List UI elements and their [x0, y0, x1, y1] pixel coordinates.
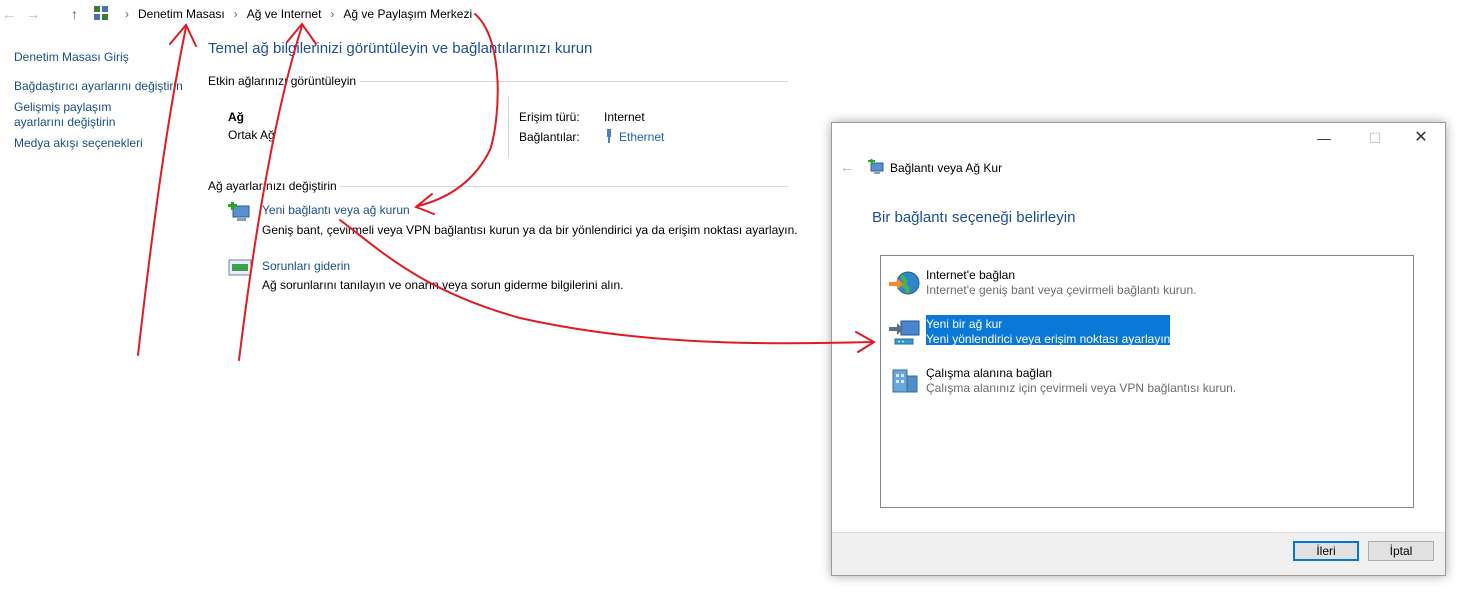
address-bar: ← → ↑ › Denetim Masası › Ağ ve Internet › Ağ … — [0, 0, 1472, 28]
option-description: Yeni yönlendirici veya erişim noktası ay… — [926, 332, 1174, 346]
divider — [508, 96, 509, 158]
ethernet-icon — [607, 129, 611, 143]
back-arrow-icon[interactable]: ← — [2, 6, 16, 22]
dialog-footer: İleri İptal — [832, 532, 1445, 575]
next-button[interactable]: İleri — [1293, 541, 1359, 561]
connection-option-list: Internet'e bağlan Internet'e geniş bant … — [880, 255, 1414, 508]
troubleshoot-icon — [228, 259, 252, 276]
left-pane: Denetim Masası Giriş Bağdaştırıcı ayarla… — [14, 50, 184, 151]
access-type-value: Internet — [604, 110, 645, 124]
change-settings-header: Ağ ayarlarınızı değiştirin — [208, 179, 337, 193]
breadcrumb-item[interactable]: Denetim Masası — [138, 7, 225, 21]
forward-arrow-icon[interactable]: → — [26, 6, 40, 22]
left-link-adapter-settings[interactable]: Bağdaştırıcı ayarlarını değiştirin — [14, 79, 184, 94]
chevron-right-icon: › — [233, 7, 238, 21]
network-name: Ağ — [228, 110, 244, 124]
up-arrow-icon[interactable]: ↑ — [71, 6, 78, 22]
left-link-home[interactable]: Denetim Masası Giriş — [14, 50, 184, 65]
cancel-button[interactable]: İptal — [1368, 541, 1434, 561]
option-description: Internet'e geniş bant veya çevirmeli bağ… — [926, 283, 1197, 297]
breadcrumb: › Denetim Masası › Ağ ve Internet › Ağ ve Pay… — [116, 7, 472, 21]
breadcrumb-item[interactable]: Ağ ve Paylaşım Merkezi — [343, 7, 472, 21]
globe-icon — [889, 271, 920, 295]
maximize-icon[interactable]: ☐ — [1355, 127, 1395, 151]
breadcrumb-item[interactable]: Ağ ve Internet — [247, 7, 322, 21]
chevron-right-icon: › — [125, 7, 129, 21]
connections-row: Bağlantılar: Ethernet — [519, 129, 664, 144]
divider — [340, 186, 788, 187]
dialog-heading: Bir bağlantı seçeneği belirleyin — [872, 209, 1076, 226]
chevron-right-icon: › — [330, 7, 335, 21]
network-category: Ortak Ağ — [228, 128, 275, 142]
back-arrow-icon[interactable]: ← — [840, 159, 854, 175]
router-setup-icon — [889, 320, 920, 345]
connections-label: Bağlantılar: — [519, 130, 580, 144]
option-new-network[interactable]: Yeni bir ağ kur Yeni yönlendirici veya e… — [885, 313, 1405, 349]
network-setup-icon — [868, 159, 884, 174]
page-title: Temel ağ bilgilerinizi görüntüleyin ve b… — [208, 40, 593, 57]
access-type-label: Erişim türü: — [519, 110, 580, 124]
new-connection-description: Geniş bant, çevirmeli veya VPN bağlantıs… — [262, 223, 798, 237]
active-networks-header: Etkin ağlarınızı görüntüleyin — [208, 74, 357, 88]
option-title: Yeni bir ağ kur — [926, 317, 1003, 331]
close-icon[interactable]: ✕ — [1401, 127, 1441, 151]
workplace-building-icon — [892, 369, 918, 393]
setup-connection-dialog: — ☐ ✕ ← Bağlantı veya Ağ Kur Bir bağlant… — [831, 122, 1446, 576]
minimize-icon[interactable]: — — [1304, 127, 1344, 151]
new-connection-icon — [228, 202, 250, 221]
troubleshoot-link[interactable]: Sorunları giderin — [262, 259, 350, 273]
option-title: Çalışma alanına bağlan — [926, 366, 1053, 380]
option-description: Çalışma alanınız için çevirmeli veya VPN… — [926, 381, 1237, 395]
dialog-title: Bağlantı veya Ağ Kur — [890, 161, 1003, 175]
option-title: Internet'e bağlan — [926, 268, 1016, 282]
access-type-row: Erişim türü: Internet — [519, 110, 645, 124]
control-panel-icon — [94, 6, 108, 20]
troubleshoot-description: Ağ sorunlarını tanılayın ve onarın veya … — [262, 278, 624, 292]
option-connect-workplace[interactable]: Çalışma alanına bağlan Çalışma alanınız … — [885, 362, 1405, 398]
divider — [360, 81, 788, 82]
option-connect-internet[interactable]: Internet'e bağlan Internet'e geniş bant … — [885, 264, 1405, 300]
new-connection-link[interactable]: Yeni bağlantı veya ağ kurun — [262, 203, 410, 217]
ethernet-link[interactable]: Ethernet — [619, 130, 664, 144]
left-link-advanced-sharing[interactable]: Gelişmiş paylaşım ayarlarını değiştirin — [14, 100, 164, 130]
left-link-media-streaming[interactable]: Medya akışı seçenekleri — [14, 136, 184, 151]
